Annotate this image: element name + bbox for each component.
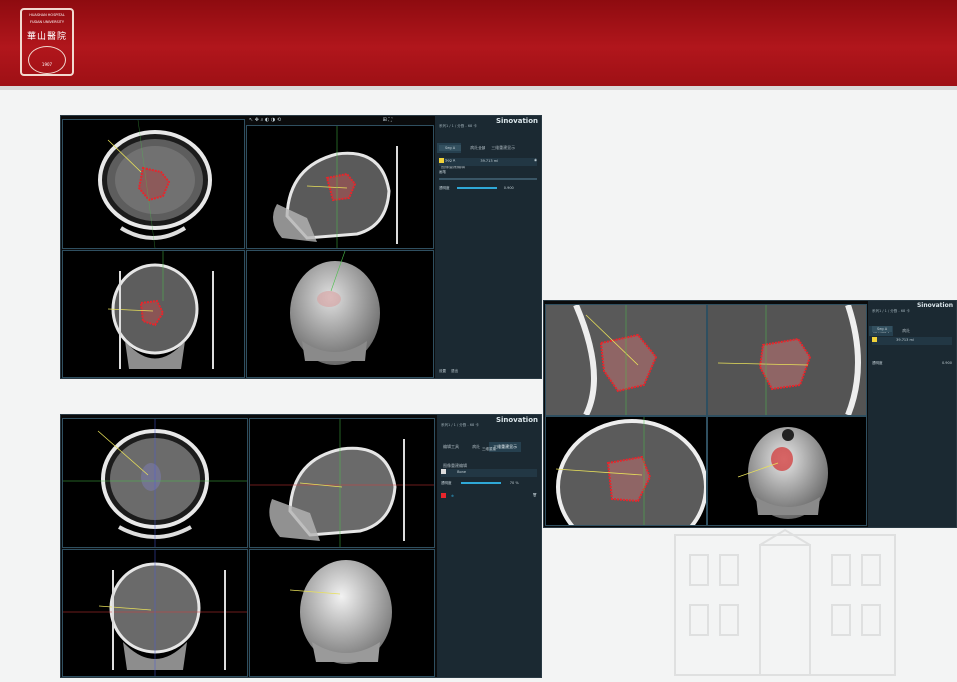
viewer-window-2: Sinovation 系列1 / 1 / 分割 - 68 卡 编辑工具 病灶 三… — [60, 414, 542, 678]
opacity-row: 透明度 0.900 — [872, 361, 952, 369]
coronal-zoom-viewport[interactable] — [545, 416, 707, 526]
add-icon[interactable]: ⊕ — [451, 494, 454, 498]
segment-color-swatch[interactable] — [439, 158, 444, 163]
segment-name: Seg A — [445, 158, 456, 163]
seg-all[interactable]: 全部 — [478, 146, 485, 150]
opacity-label: 透明度 — [439, 186, 450, 190]
logo-line2: FUDAN UNIVERSITY — [29, 20, 65, 24]
coronal-viewport[interactable] — [62, 549, 248, 677]
settings-button[interactable]: 设置 — [439, 369, 446, 373]
volume-opacity-value: 70 % — [509, 481, 519, 485]
viewer-window-1: ↖ ✥ ⌕ ◐ ◑ ⟲ ⊞ ⛶ Sinovation 系列1 / 1 / 分割 … — [60, 115, 542, 379]
reset-icon[interactable]: ⟲ — [277, 117, 281, 123]
reconstruct-row[interactable]: 三维重建 — [441, 447, 537, 455]
volume-opacity-slider[interactable] — [460, 482, 501, 484]
building-watermark — [665, 525, 905, 680]
opacity-label: 透明度 — [872, 361, 883, 365]
volume-opacity-label: 透明度 — [441, 481, 452, 485]
lesion-checkbox[interactable] — [441, 493, 446, 498]
seg-select[interactable]: Seg A — [439, 145, 462, 151]
brand-name: Sinovation — [495, 117, 538, 125]
exit-button[interactable]: 退出 — [451, 369, 458, 373]
fullscreen-icon[interactable]: ⛶ — [388, 117, 392, 123]
segment-color-swatch[interactable] — [872, 337, 877, 342]
logo-line1: HUASHAN HOSPITAL — [29, 13, 65, 17]
segment-header: Seg A — [872, 326, 952, 335]
header-banner: HUASHAN HOSPITAL FUDAN UNIVERSITY 華山醫院 1… — [0, 0, 957, 86]
volume-checkbox[interactable] — [441, 469, 446, 474]
3d-render-viewport[interactable] — [246, 250, 434, 378]
segment-header: Seg A 全部 — [439, 145, 537, 154]
logo-year: 1907 — [41, 62, 53, 67]
brand-name: Sinovation — [916, 302, 953, 309]
viewer-window-3: Sinovation 系列1 / 1 / 分割 - 68 卡 编辑工具 病灶 S… — [543, 300, 957, 528]
segment-volume: 39.713 ml — [896, 337, 914, 342]
opacity-value: 0.900 — [503, 186, 514, 190]
segment-row[interactable]: Seg A 39.713 ml ◉ — [439, 158, 537, 166]
brush-label: 画笔 — [439, 170, 446, 174]
opacity-value: 0.900 — [941, 361, 952, 365]
volume-label: Bone — [457, 469, 467, 474]
lesion-volume-row[interactable]: ⊕ 🗑 — [441, 493, 537, 501]
series-info: 系列1 / 1 / 分割 - 68 卡 — [439, 124, 477, 128]
volume-row[interactable]: Bone — [441, 469, 537, 477]
side-panel: Sinovation 系列1 / 1 / 分割 - 68 卡 编辑工具 病灶 三… — [435, 116, 541, 378]
opacity-slider[interactable] — [456, 187, 497, 189]
reconstruct-label[interactable]: 三维重建 — [482, 447, 496, 451]
banner-divider — [0, 86, 957, 90]
sagittal-zoom-viewport[interactable] — [707, 304, 867, 416]
eye-icon[interactable]: ◉ — [534, 158, 537, 162]
segment-row[interactable]: 39.713 ml — [872, 337, 952, 345]
axial-viewport[interactable] — [62, 418, 248, 548]
axial-zoom-viewport[interactable] — [545, 304, 707, 416]
sagittal-viewport[interactable] — [246, 125, 434, 249]
panel-footer: 设置 退出 — [439, 369, 458, 374]
volume-opacity-row: 透明度 70 % — [441, 481, 537, 489]
series-info: 系列1 / 1 / 分割 - 68 卡 — [872, 309, 910, 313]
opacity-row: 透明度 0.900 — [439, 186, 537, 194]
toolbar: ↖ ✥ ⌕ ◐ ◑ ⟲ ⊞ ⛶ — [249, 117, 429, 125]
3d-zoom-viewport[interactable] — [707, 416, 867, 526]
brush-row: 画笔 — [439, 170, 537, 178]
brand-name: Sinovation — [495, 416, 538, 424]
side-panel: Sinovation 系列1 / 1 / 分割 - 68 卡 编辑工具 病灶 S… — [868, 301, 956, 527]
series-info: 系列1 / 1 / 分割 - 68 卡 — [441, 423, 479, 427]
axial-viewport[interactable] — [62, 119, 245, 249]
segment-volume: 39.713 ml — [480, 158, 499, 163]
hospital-logo: HUASHAN HOSPITAL FUDAN UNIVERSITY 華山醫院 1… — [20, 8, 74, 76]
logo-chinese: 華山醫院 — [26, 32, 67, 42]
side-panel: Sinovation 系列1 / 1 / 分割 - 68 卡 编辑工具 病灶 三… — [437, 415, 541, 677]
coronal-viewport[interactable] — [62, 250, 245, 378]
seal-icon: 1907 — [28, 46, 66, 74]
brush-slider[interactable] — [439, 178, 537, 180]
seg-select[interactable]: Seg A — [872, 326, 893, 332]
trash-icon[interactable]: 🗑 — [533, 493, 537, 497]
sagittal-viewport[interactable] — [249, 418, 435, 548]
3d-render-viewport[interactable] — [249, 549, 435, 677]
